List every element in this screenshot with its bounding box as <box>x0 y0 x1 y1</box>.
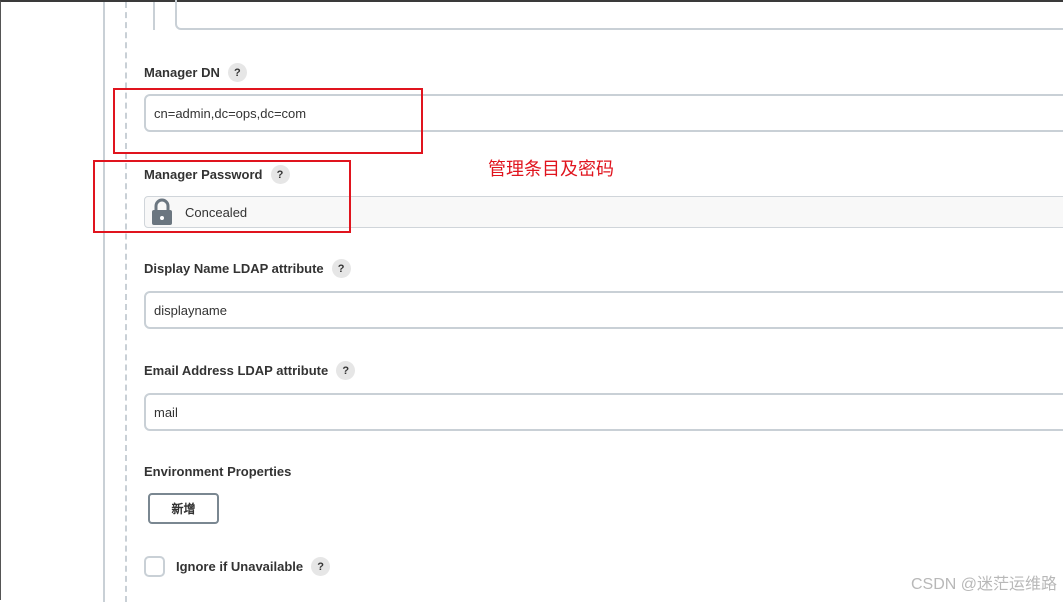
environment-properties-label: Environment Properties <box>144 464 292 479</box>
annotation-box-dn <box>113 88 423 154</box>
help-icon[interactable]: ? <box>227 63 247 82</box>
ignore-label-text: Ignore if Unavailable <box>176 559 304 574</box>
inner-border <box>153 2 155 30</box>
email-input[interactable]: mail <box>144 393 1063 431</box>
manager-dn-label: Manager DN? <box>144 63 247 82</box>
display-name-value: displayname <box>154 302 227 318</box>
watermark: CSDN @迷茫运维路 <box>910 576 1057 593</box>
display-name-label: Display Name LDAP attribute? <box>144 259 351 278</box>
add-button[interactable]: 新增 <box>148 493 219 524</box>
display-name-label-text: Display Name LDAP attribute <box>144 261 324 276</box>
section-border <box>103 2 105 602</box>
display-name-input[interactable]: displayname <box>144 291 1063 329</box>
help-icon[interactable]: ? <box>336 361 356 380</box>
help-icon[interactable]: ? <box>311 557 331 576</box>
ignore-if-unavailable-label: Ignore if Unavailable? <box>176 557 331 576</box>
email-value: mail <box>154 404 178 420</box>
annotation-box-password <box>93 160 351 233</box>
manager-dn-label-text: Manager DN <box>144 65 220 80</box>
ignore-if-unavailable-checkbox[interactable] <box>144 556 165 577</box>
email-label-text: Email Address LDAP attribute <box>144 363 329 378</box>
annotation-text: 管理条目及密码 <box>488 159 614 179</box>
help-icon[interactable]: ? <box>331 259 351 278</box>
email-label: Email Address LDAP attribute? <box>144 361 356 380</box>
previous-field-box <box>175 0 1063 30</box>
